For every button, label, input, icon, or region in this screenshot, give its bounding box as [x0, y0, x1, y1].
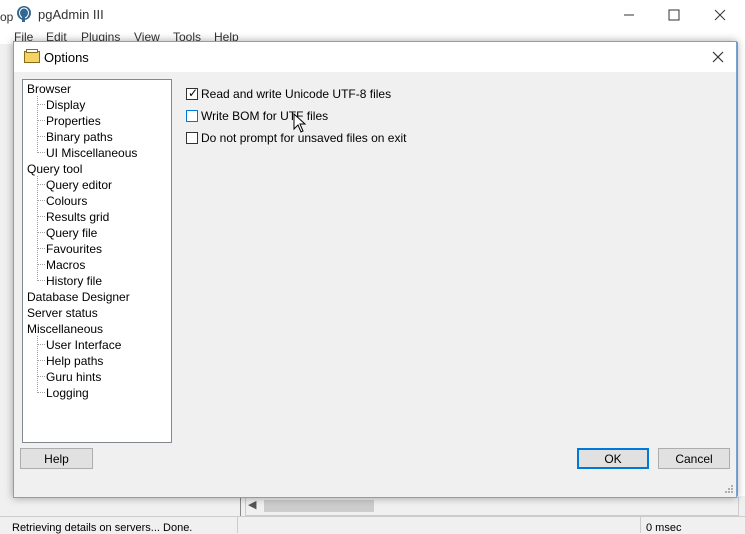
- tree-connector: [37, 264, 45, 265]
- options-tree[interactable]: Browser Display Properties Binary paths …: [22, 79, 172, 443]
- close-icon: [712, 51, 724, 63]
- tree-item-query-editor[interactable]: Query editor: [46, 178, 112, 192]
- tree-item-binary-paths[interactable]: Binary paths: [46, 130, 113, 144]
- status-bar: Retrieving details on servers... Done. 0…: [0, 516, 745, 534]
- tree-node-database-designer[interactable]: Database Designer: [27, 290, 130, 304]
- tree-item-user-interface[interactable]: User Interface: [46, 338, 121, 352]
- option-read-write-utf8[interactable]: ✓ Read and write Unicode UTF-8 files: [186, 86, 391, 102]
- ok-button[interactable]: OK: [577, 448, 649, 469]
- tree-connector: [37, 152, 45, 153]
- dialog-close-button[interactable]: [704, 44, 732, 70]
- tree-connector: [37, 392, 45, 393]
- tree-item-history-file[interactable]: History file: [46, 274, 102, 288]
- tree-item-ui-miscellaneous[interactable]: UI Miscellaneous: [46, 146, 137, 160]
- tree-connector: [37, 232, 45, 233]
- tree-item-favourites[interactable]: Favourites: [46, 242, 102, 256]
- option-label: Write BOM for UTF files: [201, 109, 329, 123]
- tree-item-properties[interactable]: Properties: [46, 114, 101, 128]
- checkbox-no-prompt-unsaved[interactable]: [186, 132, 198, 144]
- tree-item-display[interactable]: Display: [46, 98, 85, 112]
- maximize-icon: [668, 9, 680, 21]
- tree-node-miscellaneous[interactable]: Miscellaneous: [27, 322, 103, 336]
- options-dialog: Options Browser Display Properties Binar…: [13, 41, 737, 498]
- tree-connector: [37, 280, 45, 281]
- app-title: pgAdmin III: [38, 7, 104, 22]
- tree-node-browser[interactable]: Browser: [27, 82, 71, 96]
- option-label: Read and write Unicode UTF-8 files: [201, 87, 392, 101]
- close-icon: [714, 9, 726, 21]
- tree-item-macros[interactable]: Macros: [46, 258, 85, 272]
- status-separator: [640, 517, 641, 533]
- tree-item-guru-hints[interactable]: Guru hints: [46, 370, 101, 384]
- checkbox-write-bom[interactable]: [186, 110, 198, 122]
- option-label: Do not prompt for unsaved files on exit: [201, 131, 407, 145]
- tree-connector: [37, 136, 45, 137]
- tree-connector: [37, 216, 45, 217]
- tree-connector: [37, 120, 45, 121]
- minimize-icon: [624, 14, 634, 16]
- splitter[interactable]: [240, 496, 241, 516]
- mouse-cursor-icon: [293, 113, 307, 133]
- maximize-button[interactable]: [651, 0, 697, 30]
- tree-connector: [37, 360, 45, 361]
- tree-connector: [37, 248, 45, 249]
- tree-node-server-status[interactable]: Server status: [27, 306, 98, 320]
- checkbox-read-write-utf8[interactable]: ✓: [186, 86, 199, 100]
- pgadmin-elephant-icon: [17, 6, 31, 22]
- tree-item-results-grid[interactable]: Results grid: [46, 210, 109, 224]
- tree-connector: [37, 176, 38, 281]
- cancel-button[interactable]: Cancel: [658, 448, 730, 469]
- tree-node-query-tool[interactable]: Query tool: [27, 162, 82, 176]
- tree-connector: [37, 376, 45, 377]
- resize-grip-icon[interactable]: [724, 484, 734, 494]
- status-timing: 0 msec: [646, 522, 682, 534]
- minimize-button[interactable]: [606, 0, 652, 30]
- tree-item-query-file[interactable]: Query file: [46, 226, 97, 240]
- tree-connector: [37, 200, 45, 201]
- checkmark-icon: ✓: [188, 86, 199, 100]
- close-window-button[interactable]: [697, 0, 743, 30]
- app-title-bar: pgAdmin III: [0, 0, 745, 30]
- dialog-title-bar: Options: [14, 42, 736, 72]
- tree-item-help-paths[interactable]: Help paths: [46, 354, 103, 368]
- horizontal-scrollbar[interactable]: ◀: [245, 497, 739, 516]
- scrollbar-thumb[interactable]: [264, 500, 374, 512]
- tree-item-logging[interactable]: Logging: [46, 386, 89, 400]
- tree-connector: [37, 104, 45, 105]
- options-icon: [24, 49, 40, 63]
- dialog-title: Options: [44, 50, 89, 65]
- help-button[interactable]: Help: [20, 448, 93, 469]
- background-panel: [737, 42, 745, 498]
- status-text: Retrieving details on servers... Done.: [12, 522, 193, 534]
- status-separator: [237, 517, 238, 533]
- tree-item-colours[interactable]: Colours: [46, 194, 87, 208]
- scroll-left-icon[interactable]: ◀: [248, 498, 256, 511]
- tree-connector: [37, 344, 45, 345]
- tree-connector: [37, 184, 45, 185]
